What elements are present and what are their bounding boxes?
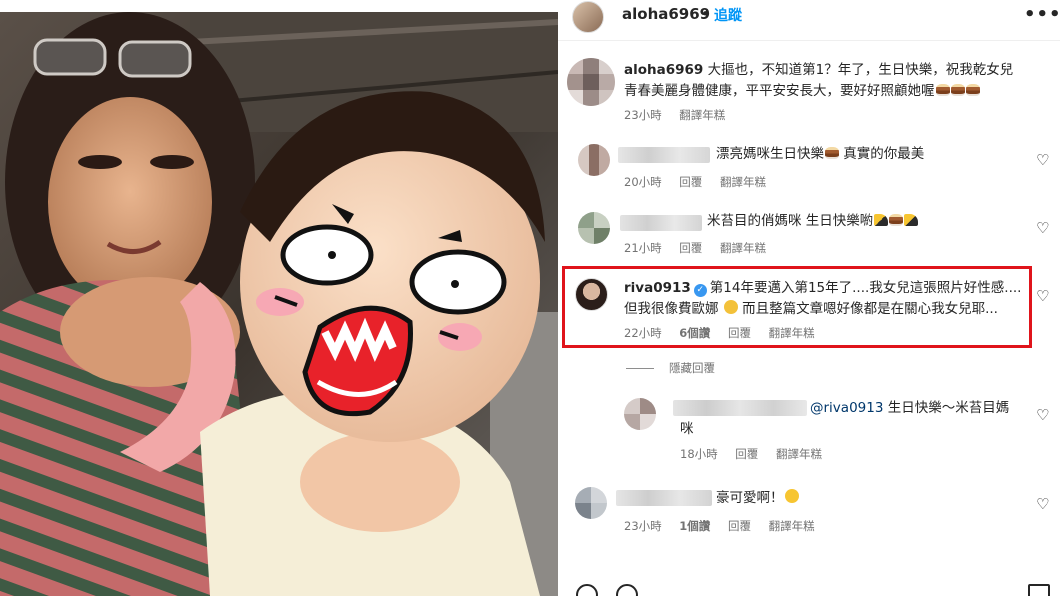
comment-text: 漂亮媽咪生日快樂	[716, 146, 824, 162]
like-icon[interactable]	[576, 584, 598, 596]
cake-icon	[965, 84, 980, 96]
comment-meta: 23小時 1個讚 回覆 翻譯年糕	[624, 518, 829, 534]
action-bar	[558, 578, 1060, 596]
cake-icon	[889, 214, 904, 226]
reply-meta: 18小時 回覆 翻譯年糕	[680, 446, 836, 462]
author-avatar[interactable]	[572, 1, 604, 33]
comment-text-continued: 真實的你最美	[843, 146, 925, 162]
reply-button[interactable]: 回覆	[735, 447, 758, 461]
comment-text: 米苔目的俏媽咪 生日快樂喲	[707, 213, 874, 229]
party-popper-icon	[874, 214, 889, 226]
caption-avatar[interactable]	[567, 58, 615, 106]
reply-avatar[interactable]	[624, 398, 656, 430]
reply-text: 生日快樂～米苔目媽	[883, 400, 1010, 416]
replies-divider	[626, 368, 654, 369]
comment-meta: 20小時 回覆 翻譯年糕	[624, 174, 780, 190]
reply-text-continued: 咪	[680, 421, 694, 437]
photo-top-margin	[0, 0, 558, 12]
post-photo	[0, 12, 558, 596]
caption-meta: 23小時 翻譯年糕	[624, 107, 739, 123]
party-popper-icon	[904, 214, 919, 226]
cake-icon	[935, 84, 950, 96]
header-separator: •	[701, 5, 710, 23]
heart-outline-icon[interactable]: ♡	[1036, 219, 1049, 237]
post-header: aloha6969 • 追蹤 •••	[558, 0, 1060, 34]
reply-time: 18小時	[680, 447, 718, 461]
translate-link[interactable]: 翻譯年糕	[720, 241, 766, 255]
caption-text-block: aloha6969 大摳也，不知道第1？年了，生日快樂，祝我乾女兒青春美麗身體健…	[624, 60, 1018, 102]
translate-link[interactable]: 翻譯年糕	[776, 447, 822, 461]
reply-text-block-2: 咪	[680, 419, 694, 440]
comment-time: 20小時	[624, 175, 662, 189]
comment-meta: 21小時 回覆 翻譯年糕	[624, 240, 780, 256]
comment-text: 豪可愛啊！	[716, 490, 784, 506]
heart-outline-icon[interactable]: ♡	[1036, 287, 1049, 305]
reply-text-block: @riva0913 生日快樂～米苔目媽	[810, 398, 1009, 419]
reply-button[interactable]: 回覆	[679, 175, 702, 189]
more-options-icon[interactable]: •••	[1024, 4, 1060, 25]
photo-illustration	[0, 12, 558, 596]
bookmark-icon[interactable]	[1028, 584, 1050, 596]
comment-text-block: 漂亮媽咪生日快樂 真實的你最美	[716, 144, 924, 165]
highlight-box	[562, 266, 1032, 348]
comment-text-block: 米苔目的俏媽咪 生日快樂喲	[707, 211, 919, 232]
mention-link[interactable]: @riva0913	[810, 400, 883, 416]
heart-outline-icon[interactable]: ♡	[1036, 151, 1049, 169]
comment-time: 21小時	[624, 241, 662, 255]
follow-button[interactable]: 追蹤	[714, 5, 742, 25]
hide-replies-button[interactable]: 隱藏回覆	[669, 360, 715, 376]
heart-outline-icon[interactable]: ♡	[1036, 406, 1049, 424]
comment-time: 23小時	[624, 519, 662, 533]
caption-username[interactable]: aloha6969	[624, 62, 703, 78]
blurred-username	[616, 490, 712, 506]
smiling-face-icon	[784, 489, 799, 503]
header-divider	[558, 40, 1060, 41]
comment-avatar[interactable]	[578, 212, 610, 244]
author-username[interactable]: aloha6969	[622, 5, 710, 23]
translate-link[interactable]: 翻譯年糕	[720, 175, 766, 189]
cake-icon	[950, 84, 965, 96]
cake-icon	[825, 147, 839, 159]
heart-outline-icon[interactable]: ♡	[1036, 495, 1049, 513]
likes-count[interactable]: 1個讚	[679, 519, 710, 533]
blurred-username	[673, 400, 807, 416]
translate-link[interactable]: 翻譯年糕	[769, 519, 815, 533]
caption-time: 23小時	[624, 108, 662, 122]
comment-avatar[interactable]	[578, 144, 610, 176]
reply-button[interactable]: 回覆	[728, 519, 751, 533]
comment-text-block: 豪可愛啊！	[716, 488, 799, 509]
reply-button[interactable]: 回覆	[679, 241, 702, 255]
caption-translate-link[interactable]: 翻譯年糕	[679, 108, 725, 122]
blurred-username	[618, 147, 710, 163]
comment-icon[interactable]	[616, 584, 638, 596]
blurred-username	[620, 215, 702, 231]
comment-avatar[interactable]	[575, 487, 607, 519]
